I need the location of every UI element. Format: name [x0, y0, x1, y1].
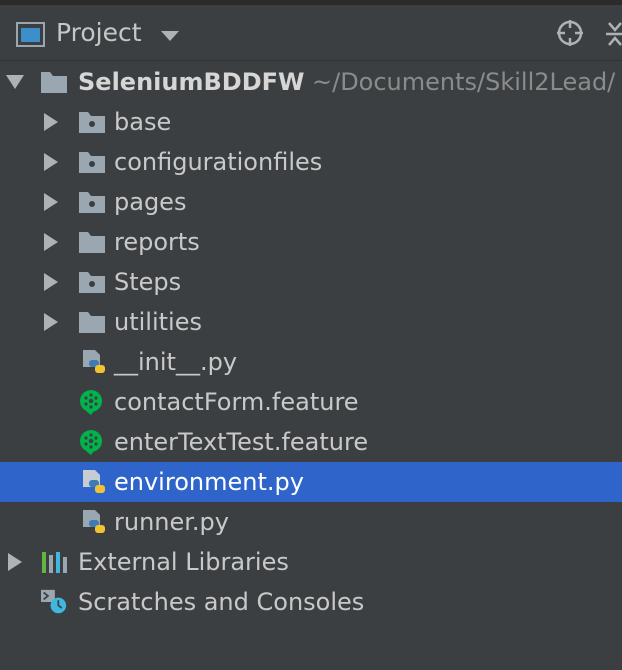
python-file-icon [83, 350, 105, 373]
library-icon [42, 552, 67, 573]
root-folder-name: SeleniumBDDFW [78, 68, 305, 96]
folder-name: configurationfiles [114, 148, 323, 176]
tree-file-row[interactable]: enterTextTest.feature [0, 422, 622, 462]
folder-name: Steps [114, 268, 182, 296]
expand-arrow-icon[interactable] [42, 233, 60, 251]
dropdown-caret-icon[interactable] [161, 31, 179, 41]
expand-arrow-icon[interactable] [6, 553, 24, 571]
python-file-icon [83, 470, 105, 493]
package-folder-icon [79, 272, 105, 293]
folder-icon [79, 312, 105, 333]
tree-folder-row[interactable]: base [0, 102, 622, 142]
external-libraries-label: External Libraries [78, 548, 289, 576]
expand-arrow-icon[interactable] [42, 193, 60, 211]
root-folder-path: ~/Documents/Skill2Lead/ [312, 68, 616, 96]
file-name: enterTextTest.feature [114, 428, 369, 456]
cucumber-feature-icon [80, 390, 102, 415]
folder-name: reports [114, 228, 200, 256]
package-folder-icon [79, 112, 105, 133]
scratches-label: Scratches and Consoles [78, 588, 365, 616]
folder-icon [79, 232, 105, 253]
tree-folder-row[interactable]: Steps [0, 262, 622, 302]
file-name: environment.py [114, 468, 304, 496]
package-folder-icon [79, 192, 105, 213]
project-panel-header: Project [0, 5, 622, 61]
tree-file-row-selected[interactable]: environment.py [0, 462, 622, 502]
expand-arrow-icon[interactable] [42, 113, 60, 131]
folder-name: utilities [114, 308, 202, 336]
tree-file-row[interactable]: runner.py [0, 502, 622, 542]
file-name: runner.py [114, 508, 229, 536]
locate-target-icon[interactable] [556, 19, 584, 47]
tree-external-libraries-row[interactable]: External Libraries [0, 542, 622, 582]
folder-name: pages [114, 188, 187, 216]
tree-folder-row[interactable]: pages [0, 182, 622, 222]
tree-file-row[interactable]: __init__.py [0, 342, 622, 382]
tree-folder-row[interactable]: configurationfiles [0, 142, 622, 182]
folder-name: base [114, 108, 172, 136]
expand-arrow-icon[interactable] [42, 153, 60, 171]
tree-folder-row[interactable]: reports [0, 222, 622, 262]
cucumber-feature-icon [80, 430, 102, 455]
file-name: contactForm.feature [114, 388, 359, 416]
tree-scratches-row[interactable]: Scratches and Consoles [0, 582, 622, 622]
package-folder-icon [79, 152, 105, 173]
expand-arrow-icon[interactable] [42, 273, 60, 291]
tree-file-row[interactable]: contactForm.feature [0, 382, 622, 422]
file-name: __init__.py [114, 348, 238, 376]
scratches-console-icon [41, 589, 67, 614]
panel-title[interactable]: Project [56, 18, 142, 48]
expand-arrow-icon[interactable] [42, 313, 60, 331]
tree-root-row[interactable]: SeleniumBDDFW ~/Documents/Skill2Lead/ [0, 62, 622, 102]
project-window-icon[interactable] [16, 22, 45, 47]
tree-folder-row[interactable]: utilities [0, 302, 622, 342]
expand-arrow-open-icon[interactable] [6, 73, 24, 91]
python-file-icon [83, 510, 105, 533]
folder-icon [41, 72, 67, 93]
collapse-all-icon[interactable] [604, 21, 622, 47]
